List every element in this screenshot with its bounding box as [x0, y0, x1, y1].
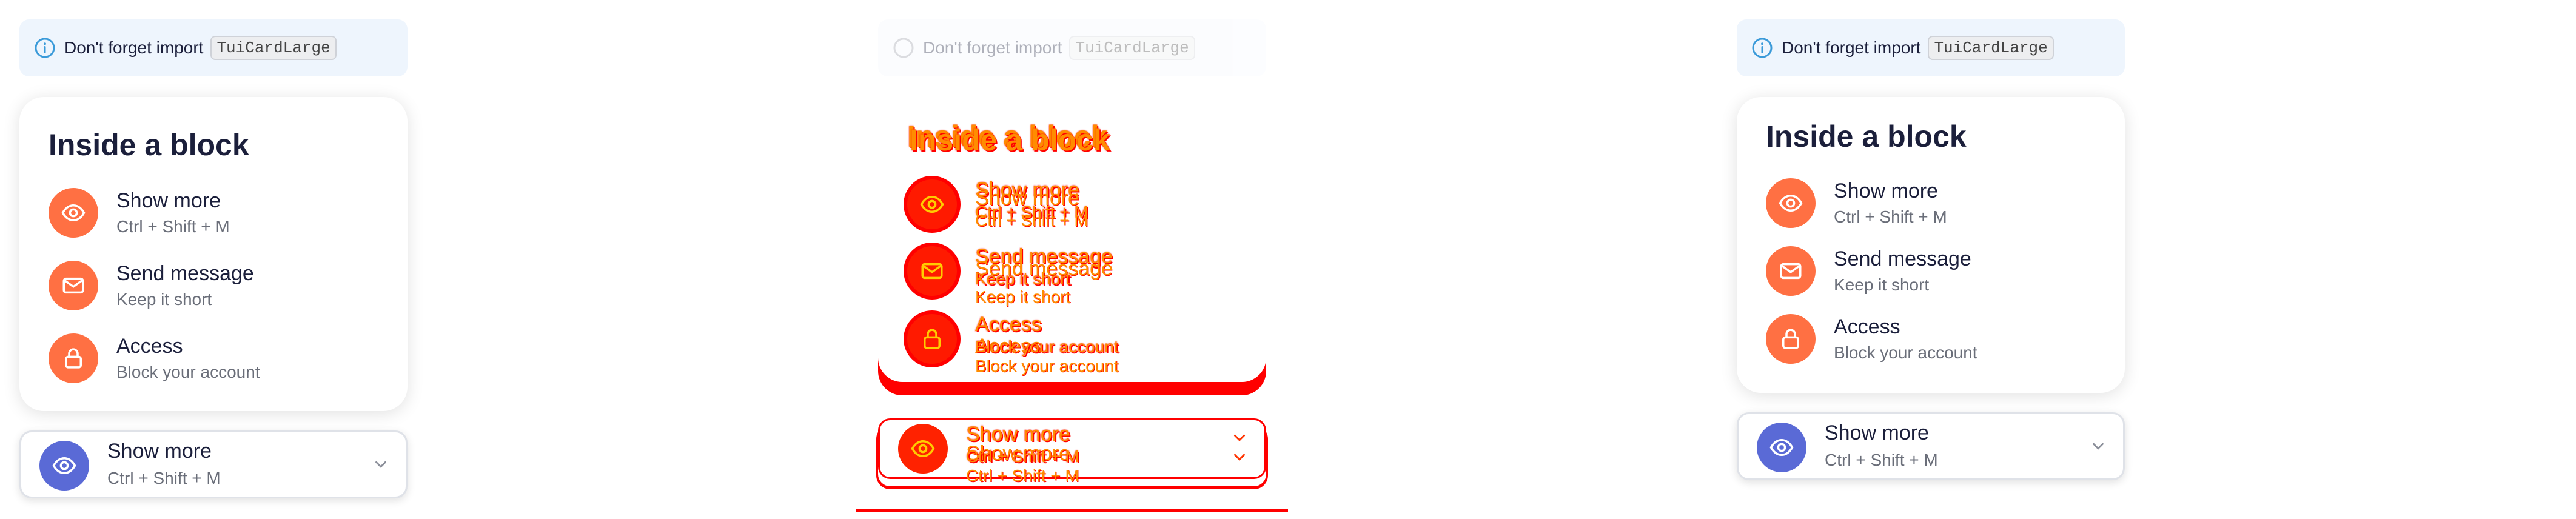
card-large: Inside a block Inside a block Show more … [878, 97, 1266, 382]
item-description: Block your account [975, 337, 1119, 356]
eye-icon [39, 441, 89, 491]
dropdown-title: Show more [107, 440, 212, 463]
show-more-dropdown[interactable]: Show more Ctrl + Shift + M [1737, 412, 2125, 480]
lock-icon [49, 333, 98, 383]
item-description-ghost: Ctrl + Shift + M [975, 211, 1088, 230]
eye-icon [49, 188, 98, 238]
list-item-send-message[interactable]: Send message Send message Keep it short … [907, 245, 1247, 307]
item-title: Show more [116, 189, 221, 212]
item-title: Show more [1834, 179, 1938, 203]
card-title: Inside a block [1766, 119, 1967, 153]
list-item-show-more[interactable]: Show more Ctrl + Shift + M [1766, 178, 2105, 239]
show-more-dropdown[interactable]: Show more Ctrl + Shift + M [19, 430, 408, 498]
list-item-show-more[interactable]: Show more Ctrl + Shift + M [49, 188, 388, 249]
list-item-access[interactable]: Access Block your account [1766, 314, 2105, 375]
chevron-down-icon[interactable] [2089, 437, 2107, 455]
import-notice: Don't forget import TuiCardLarge [1737, 19, 2125, 76]
notice-text: Don't forget import [64, 38, 204, 57]
dropdown-description-ghost: Ctrl + Shift + M [966, 466, 1079, 485]
item-title: Send message [116, 262, 254, 285]
item-description: Keep it short [1834, 275, 1930, 294]
list-item-send-message[interactable]: Send message Keep it short [1766, 246, 2105, 307]
info-icon [34, 37, 56, 59]
card-title: Inside a block [49, 128, 249, 162]
eye-icon [907, 179, 957, 229]
envelope-icon [49, 261, 98, 310]
item-title: Access [116, 335, 183, 358]
example-panel-left: Don't forget import TuiCardLarge Inside … [19, 0, 408, 519]
notice-code: TuiCardLarge [210, 36, 337, 60]
notice-code: TuiCardLarge [1928, 36, 2054, 60]
list-item-access[interactable]: Access Block your account [49, 333, 388, 394]
card-large: Inside a block Show more Ctrl + Shift + … [1737, 97, 2125, 393]
notice-text: Don't forget import [923, 38, 1062, 57]
dropdown-description: Ctrl + Shift + M [966, 447, 1079, 466]
card-large: Inside a block Show more Ctrl + Shift + … [19, 97, 408, 411]
eye-icon [1766, 178, 1816, 228]
example-panel-right: Don't forget import TuiCardLarge Inside … [1737, 0, 2125, 519]
item-description: Ctrl + Shift + M [116, 217, 230, 236]
list-item-access[interactable]: Access Access Block your account Block y… [907, 313, 1247, 375]
eye-icon [898, 424, 948, 474]
import-notice: Don't forget import TuiCardLarge [19, 19, 408, 76]
item-description-ghost: Keep it short [975, 287, 1071, 306]
import-notice: Don't forget import TuiCardLarge [878, 19, 1266, 76]
show-more-dropdown[interactable]: Show more Show more Ctrl + Shift + M Ctr… [878, 418, 1266, 485]
dropdown-title: Show more [1825, 421, 1929, 444]
item-description: Keep it short [116, 290, 212, 309]
eye-icon [1757, 423, 1806, 472]
chevron-down-icon[interactable] [1230, 448, 1249, 466]
item-description: Ctrl + Shift + M [1834, 207, 1947, 226]
item-description-ghost: Block your account [975, 357, 1119, 375]
envelope-icon [907, 246, 957, 296]
item-title: Access [975, 313, 1042, 336]
example-panel-middle: Don't forget import TuiCardLarge Inside … [856, 0, 1288, 519]
item-title: Send message [1834, 247, 1971, 270]
envelope-icon [1766, 246, 1816, 296]
lock-icon [907, 314, 957, 364]
card-title-ghost: Inside a block [910, 123, 1110, 157]
chevron-down-icon[interactable] [1230, 429, 1249, 447]
dropdown-description: Ctrl + Shift + M [1825, 450, 1938, 469]
overlay-divider [856, 509, 1288, 512]
dropdown-description: Ctrl + Shift + M [107, 469, 221, 487]
lock-icon [1766, 314, 1816, 364]
item-title: Access [1834, 315, 1900, 338]
item-description: Block your account [1834, 343, 1977, 362]
notice-text: Don't forget import [1782, 38, 1921, 57]
item-description: Keep it short [975, 269, 1071, 288]
item-description: Block your account [116, 363, 260, 381]
info-icon [1751, 37, 1773, 59]
notice-code: TuiCardLarge [1069, 36, 1195, 60]
chevron-down-icon[interactable] [372, 455, 390, 474]
info-icon [893, 37, 914, 59]
list-item-send-message[interactable]: Send message Keep it short [49, 261, 388, 321]
list-item-show-more[interactable]: Show more Show more Ctrl + Shift + M Ctr… [907, 178, 1247, 240]
